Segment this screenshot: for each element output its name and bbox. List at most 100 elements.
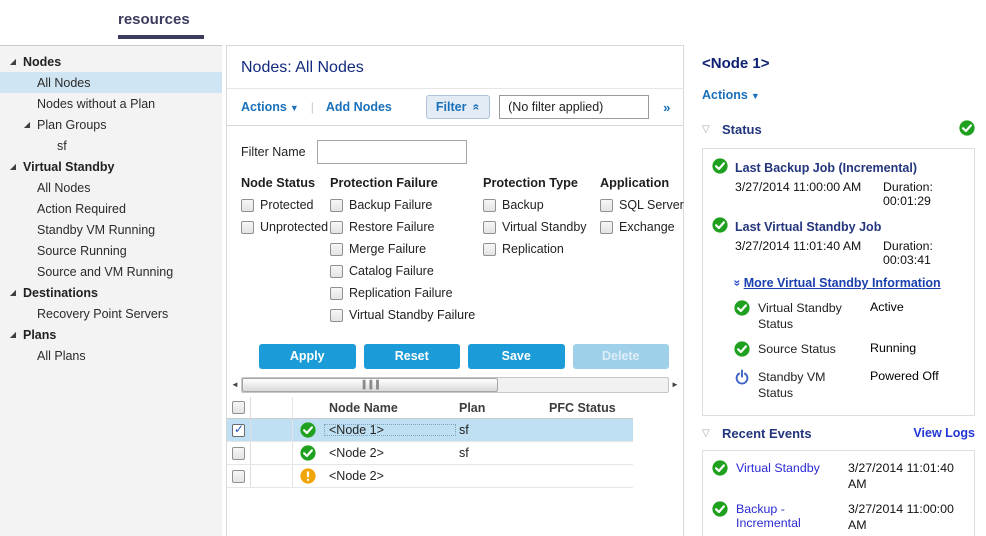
- tab-resources[interactable]: resources: [118, 11, 204, 39]
- recent-events-section-header[interactable]: ▽ Recent Events View Logs: [702, 422, 975, 450]
- status-ok-icon: [734, 300, 750, 319]
- checkbox-icon[interactable]: [483, 221, 496, 234]
- tree-expander-icon[interactable]: ◢: [7, 57, 19, 66]
- filter-name-label: Filter Name: [241, 145, 306, 159]
- checkbox-icon[interactable]: [330, 287, 343, 300]
- row-checkbox[interactable]: [232, 424, 245, 437]
- checkbox-icon[interactable]: [330, 221, 343, 234]
- view-logs-link[interactable]: View Logs: [913, 426, 975, 440]
- scroll-left-icon[interactable]: ◄: [229, 380, 241, 389]
- job-date: 3/27/2014 11:00:00 AM: [735, 180, 883, 208]
- filter-toggle-button[interactable]: Filter «: [426, 95, 490, 119]
- checkbox-restore-failure[interactable]: Restore Failure: [330, 220, 483, 234]
- save-button[interactable]: Save: [468, 344, 565, 369]
- more-virtual-standby-information-link[interactable]: More Virtual Standby Information: [744, 276, 941, 290]
- add-nodes-button[interactable]: Add Nodes: [326, 100, 392, 114]
- select-all-checkbox[interactable]: [232, 401, 245, 414]
- checkbox-icon[interactable]: [330, 309, 343, 322]
- tree-expander-icon[interactable]: ◢: [21, 120, 33, 129]
- event-link[interactable]: Virtual Standby: [736, 460, 840, 475]
- app-window: resources ◢Nodes All Nodes Nodes without…: [0, 0, 986, 536]
- stat-label: Virtual Standby Status: [758, 300, 862, 332]
- checkbox-icon[interactable]: [600, 221, 613, 234]
- sidebar-item-label: Source Running: [37, 244, 127, 258]
- sidebar-item-action-required[interactable]: Action Required: [0, 198, 222, 219]
- actions-menu-button[interactable]: Actions▼: [241, 100, 299, 114]
- apply-button[interactable]: Apply: [259, 344, 356, 369]
- node-name-cell[interactable]: <Node 2>: [323, 446, 457, 460]
- sidebar-item-all-plans[interactable]: All Plans: [0, 345, 222, 366]
- checkbox-backup-failure[interactable]: Backup Failure: [330, 198, 483, 212]
- spacer-column: [251, 419, 293, 441]
- sidebar-item-plan-groups[interactable]: ◢Plan Groups: [0, 114, 222, 135]
- job-duration: Duration: 00:03:41: [883, 239, 966, 267]
- sidebar-item-nodes-without-a-plan[interactable]: Nodes without a Plan: [0, 93, 222, 114]
- status-warning-icon: [293, 468, 323, 484]
- sidebar-item-virtual-standby[interactable]: ◢Virtual Standby: [0, 156, 222, 177]
- event-date: 3/27/2014 11:00:00 AM: [848, 501, 966, 533]
- checkbox-merge-failure[interactable]: Merge Failure: [330, 242, 483, 256]
- sidebar-item-destinations[interactable]: ◢Destinations: [0, 282, 222, 303]
- row-checkbox[interactable]: [232, 447, 245, 460]
- applied-filter-field[interactable]: [499, 95, 649, 119]
- column-header-node-name[interactable]: Node Name: [323, 401, 457, 415]
- sidebar-item-sf[interactable]: sf: [0, 135, 222, 156]
- table-row[interactable]: <Node 2> sf: [227, 442, 633, 465]
- sidebar-item-source-and-vm-running[interactable]: Source and VM Running: [0, 261, 222, 282]
- scrollbar-thumb[interactable]: ▐▐▐: [242, 378, 498, 392]
- row-checkbox[interactable]: [232, 470, 245, 483]
- column-header-plan[interactable]: Plan: [457, 401, 547, 415]
- checkbox-label: Virtual Standby Failure: [349, 308, 475, 322]
- checkbox-icon[interactable]: [483, 199, 496, 212]
- sidebar-item-label: Plans: [23, 328, 56, 342]
- checkbox-icon[interactable]: [241, 199, 254, 212]
- table-row[interactable]: <Node 1> sf: [227, 419, 633, 442]
- details-actions-menu-button[interactable]: Actions▼: [702, 88, 760, 102]
- checkbox-virtual-standby[interactable]: Virtual Standby: [483, 220, 600, 234]
- table-row[interactable]: <Node 2>: [227, 465, 633, 488]
- collapse-triangle-icon[interactable]: ▽: [702, 124, 722, 135]
- checkbox-protected[interactable]: Protected: [241, 198, 330, 212]
- sidebar-item-vs-all-nodes[interactable]: All Nodes: [0, 177, 222, 198]
- checkbox-icon[interactable]: [330, 199, 343, 212]
- sidebar-item-all-nodes[interactable]: All Nodes: [0, 72, 222, 93]
- column-header-pfc-status[interactable]: PFC Status: [547, 401, 633, 415]
- scroll-right-icon[interactable]: ►: [669, 380, 681, 389]
- sidebar-item-source-running[interactable]: Source Running: [0, 240, 222, 261]
- checkbox-backup[interactable]: Backup: [483, 198, 600, 212]
- checkbox-label: Backup Failure: [349, 198, 432, 212]
- collapse-triangle-icon[interactable]: ▽: [702, 428, 722, 439]
- sidebar-item-recovery-point-servers[interactable]: Recovery Point Servers: [0, 303, 222, 324]
- checkbox-replication-failure[interactable]: Replication Failure: [330, 286, 483, 300]
- tree-expander-icon[interactable]: ◢: [7, 162, 19, 171]
- sidebar-item-standby-vm-running[interactable]: Standby VM Running: [0, 219, 222, 240]
- tree-expander-icon[interactable]: ◢: [7, 330, 19, 339]
- scrollbar-track[interactable]: ▐▐▐: [241, 377, 669, 393]
- checkbox-virtual-standby-failure[interactable]: Virtual Standby Failure: [330, 308, 483, 322]
- checkbox-unprotected[interactable]: Unprotected: [241, 220, 330, 234]
- checkbox-icon[interactable]: [483, 243, 496, 256]
- checkbox-replication[interactable]: Replication: [483, 242, 600, 256]
- checkbox-sql-server[interactable]: SQL Server: [600, 198, 694, 212]
- checkbox-icon[interactable]: [330, 265, 343, 278]
- checkbox-catalog-failure[interactable]: Catalog Failure: [330, 264, 483, 278]
- reset-button[interactable]: Reset: [364, 344, 461, 369]
- checkbox-icon[interactable]: [600, 199, 613, 212]
- sidebar-item-nodes[interactable]: ◢Nodes: [0, 51, 222, 72]
- sidebar-item-label: All Nodes: [37, 76, 91, 90]
- sidebar-item-label: All Plans: [37, 349, 86, 363]
- toolbar-overflow-button[interactable]: »: [663, 100, 670, 115]
- filter-name-input[interactable]: [317, 140, 467, 164]
- checkbox-exchange[interactable]: Exchange: [600, 220, 694, 234]
- node-name-cell[interactable]: <Node 1>: [323, 423, 457, 437]
- horizontal-scrollbar[interactable]: ◄ ▐▐▐ ►: [229, 376, 681, 393]
- node-name-cell[interactable]: <Node 2>: [323, 469, 457, 483]
- sidebar-item-plans[interactable]: ◢ Plans: [0, 324, 222, 345]
- status-section-header[interactable]: ▽ Status: [702, 116, 975, 148]
- caret-down-icon: ▼: [751, 91, 760, 101]
- event-link[interactable]: Backup - Incremental: [736, 501, 840, 530]
- scrollbar-grip-icon: ▐▐▐: [360, 380, 380, 389]
- tree-expander-icon[interactable]: ◢: [7, 288, 19, 297]
- checkbox-icon[interactable]: [330, 243, 343, 256]
- checkbox-icon[interactable]: [241, 221, 254, 234]
